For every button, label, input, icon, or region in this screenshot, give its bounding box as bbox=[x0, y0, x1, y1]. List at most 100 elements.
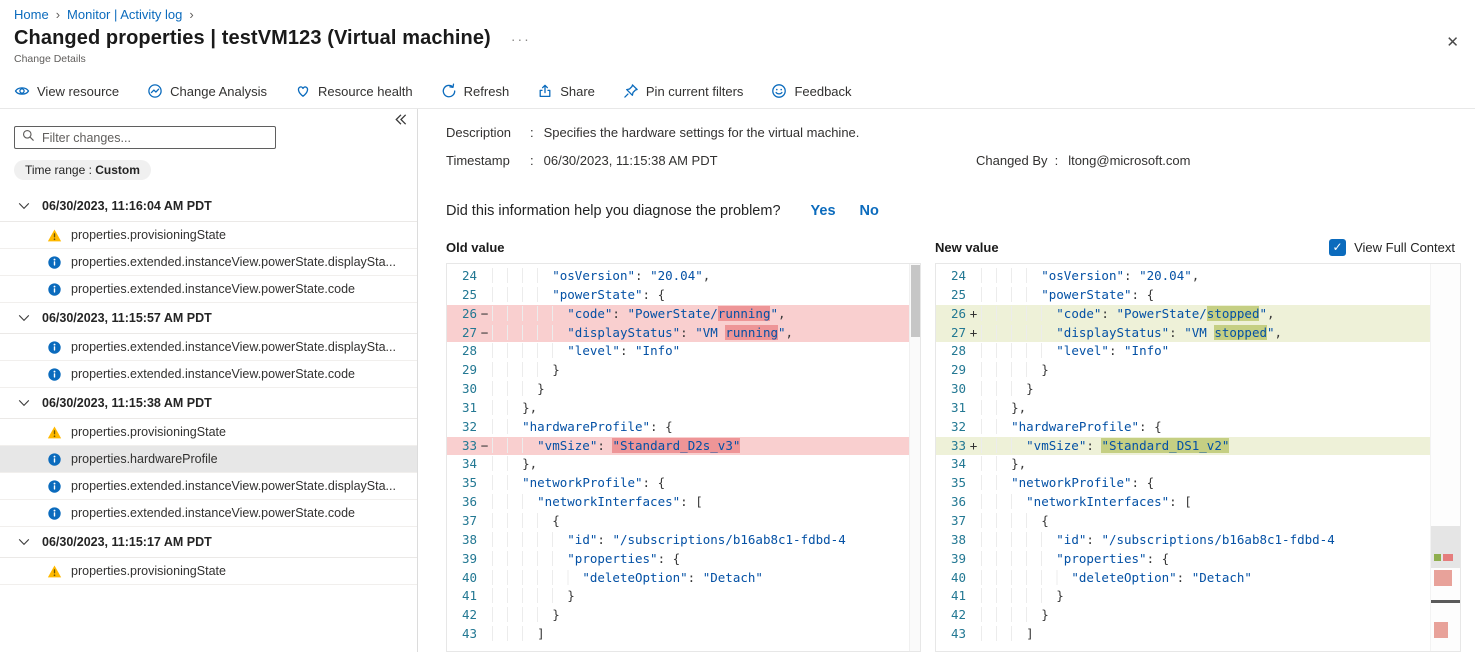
diagnose-question: Did this information help you diagnose t… bbox=[446, 203, 781, 219]
toolbar-feedback-button[interactable]: Feedback bbox=[771, 83, 852, 99]
change-item[interactable]: properties.extended.instanceView.powerSt… bbox=[0, 500, 417, 527]
line-number: 42 bbox=[950, 607, 966, 623]
chevron-down-icon bbox=[17, 535, 31, 549]
change-analysis-icon bbox=[147, 83, 163, 99]
share-icon bbox=[537, 83, 553, 99]
info-icon bbox=[47, 282, 62, 297]
diff-sign bbox=[966, 455, 981, 474]
change-item[interactable]: properties.hardwareProfile bbox=[0, 446, 417, 473]
toolbar-change-analysis-button[interactable]: Change Analysis bbox=[147, 83, 267, 99]
change-item[interactable]: properties.extended.instanceView.powerSt… bbox=[0, 334, 417, 361]
code-line: 42 } bbox=[447, 606, 920, 625]
code-line: 39 "properties": { bbox=[447, 550, 920, 569]
change-item[interactable]: properties.extended.instanceView.powerSt… bbox=[0, 249, 417, 276]
change-item[interactable]: properties.provisioningState bbox=[0, 558, 417, 585]
page-header: Home › Monitor | Activity log › Changed pro… bbox=[0, 0, 1475, 109]
diff-sign bbox=[966, 342, 981, 361]
time-range-filter-pill[interactable]: Time range : Custom bbox=[14, 160, 151, 180]
filter-changes-input[interactable] bbox=[42, 130, 268, 145]
diff-sign bbox=[477, 512, 492, 531]
line-number: 35 bbox=[461, 475, 477, 491]
toolbar-pin-current-filters-button[interactable]: Pin current filters bbox=[623, 83, 743, 99]
code-line: 27− "displayStatus": "VM running", bbox=[447, 323, 920, 343]
change-tree: 06/30/2023, 11:16:04 AM PDT properties.pr… bbox=[0, 191, 417, 585]
diff-sign bbox=[477, 418, 492, 437]
info-icon bbox=[47, 255, 62, 270]
checkbox-checked-icon: ✓ bbox=[1329, 238, 1347, 256]
line-number: 40 bbox=[461, 569, 477, 585]
change-item-label: properties.provisioningState bbox=[71, 228, 226, 242]
change-group-date: 06/30/2023, 11:15:57 AM PDT bbox=[42, 311, 212, 325]
diff-sign bbox=[966, 361, 981, 380]
minimap[interactable] bbox=[1430, 264, 1460, 651]
breadcrumb-link-monitor-activity-log[interactable]: Monitor | Activity log bbox=[67, 7, 182, 22]
line-number: 37 bbox=[950, 512, 966, 528]
resource-health-icon bbox=[295, 83, 311, 99]
yes-link[interactable]: Yes bbox=[811, 203, 836, 219]
code-line: 24 "osVersion": "20.04", bbox=[447, 267, 920, 286]
line-number: 40 bbox=[950, 569, 966, 585]
diff-sign bbox=[477, 267, 492, 286]
view-full-context-checkbox[interactable]: ✓ View Full Context bbox=[1329, 238, 1455, 256]
old-panel-scrollbar[interactable] bbox=[909, 264, 920, 651]
timestamp-label: Timestamp bbox=[446, 153, 510, 168]
line-number: 38 bbox=[461, 531, 477, 547]
diff-sign bbox=[966, 531, 981, 550]
change-item[interactable]: properties.provisioningState bbox=[0, 419, 417, 446]
diff-sign bbox=[966, 474, 981, 493]
code-line: 29 } bbox=[936, 361, 1460, 380]
description-row: Description: Specifies the hardware setti… bbox=[446, 125, 860, 140]
filter-search-box[interactable] bbox=[14, 126, 276, 149]
close-icon[interactable]: ✕ bbox=[1446, 33, 1459, 51]
scrollbar-thumb[interactable] bbox=[911, 265, 920, 337]
collapse-sidebar-icon[interactable] bbox=[393, 112, 408, 132]
diff-sign: + bbox=[969, 324, 978, 340]
diff-sign bbox=[966, 493, 981, 512]
toolbar-view-resource-button[interactable]: View resource bbox=[14, 83, 119, 99]
warning-icon bbox=[47, 425, 62, 440]
line-number: 31 bbox=[950, 399, 966, 415]
change-item-label: properties.extended.instanceView.powerSt… bbox=[71, 479, 396, 493]
main-content: Description: Specifies the hardware setti… bbox=[418, 109, 1475, 652]
toolbar-refresh-button[interactable]: Refresh bbox=[441, 83, 510, 99]
change-item[interactable]: properties.extended.instanceView.powerSt… bbox=[0, 361, 417, 388]
time-range-value: Custom bbox=[95, 163, 140, 177]
code-line: 29 } bbox=[447, 361, 920, 380]
toolbar-share-button[interactable]: Share bbox=[537, 83, 595, 99]
toolbar-resource-health-button[interactable]: Resource health bbox=[295, 83, 413, 99]
change-item[interactable]: properties.extended.instanceView.powerSt… bbox=[0, 473, 417, 500]
line-number: 35 bbox=[950, 475, 966, 491]
toolbar-label: Refresh bbox=[463, 83, 510, 99]
line-number: 24 bbox=[950, 268, 966, 283]
minimap-slider[interactable] bbox=[1431, 526, 1460, 568]
diff-sign: + bbox=[969, 305, 978, 321]
breadcrumb: Home › Monitor | Activity log › bbox=[0, 0, 1475, 22]
diff-sign bbox=[966, 587, 981, 606]
no-link[interactable]: No bbox=[860, 203, 879, 219]
breadcrumb-separator-icon: › bbox=[55, 7, 61, 22]
code-line: 25 "powerState": { bbox=[936, 286, 1460, 305]
change-item-label: properties.extended.instanceView.powerSt… bbox=[71, 282, 355, 296]
code-line: 40 "deleteOption": "Detach" bbox=[447, 569, 920, 588]
change-group-header[interactable]: 06/30/2023, 11:15:38 AM PDT bbox=[0, 388, 417, 419]
change-item[interactable]: properties.extended.instanceView.powerSt… bbox=[0, 276, 417, 303]
change-item-label: properties.hardwareProfile bbox=[71, 452, 218, 466]
diff-sign bbox=[966, 286, 981, 305]
line-number: 33 bbox=[950, 437, 966, 453]
chevron-down-icon bbox=[17, 311, 31, 325]
chevron-down-icon bbox=[17, 396, 31, 410]
page-title: Changed properties | testVM123 (Virtual … bbox=[14, 27, 491, 49]
breadcrumb-link-home[interactable]: Home bbox=[14, 7, 49, 22]
line-number: 31 bbox=[461, 399, 477, 415]
diff-sign bbox=[966, 550, 981, 569]
more-menu-icon[interactable]: ··· bbox=[511, 31, 531, 47]
change-item[interactable]: properties.provisioningState bbox=[0, 222, 417, 249]
change-group-header[interactable]: 06/30/2023, 11:16:04 AM PDT bbox=[0, 191, 417, 222]
change-group-header[interactable]: 06/30/2023, 11:15:17 AM PDT bbox=[0, 527, 417, 558]
change-group-header[interactable]: 06/30/2023, 11:15:57 AM PDT bbox=[0, 303, 417, 334]
warning-icon bbox=[47, 564, 62, 579]
line-number: 25 bbox=[950, 286, 966, 302]
description-value: Specifies the hardware settings for the … bbox=[543, 125, 860, 140]
change-group-date: 06/30/2023, 11:15:38 AM PDT bbox=[42, 396, 212, 410]
toolbar-label: Feedback bbox=[794, 83, 852, 99]
